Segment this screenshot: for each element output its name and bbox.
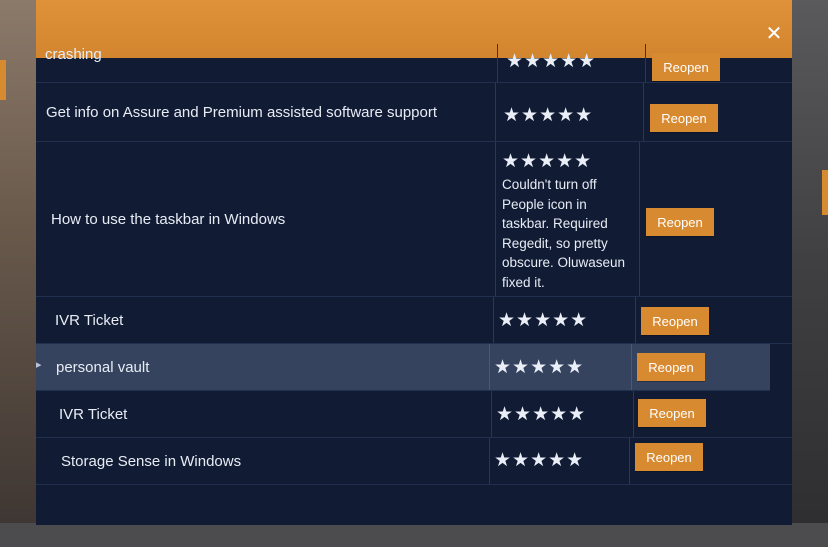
feedback-dialog: ✕ crashing ★★★★★ Reopen Get info on Assu… <box>36 0 792 525</box>
background-right <box>792 0 828 547</box>
feedback-row: IVR Ticket ★★★★★ Reopen <box>36 297 792 344</box>
feedback-row: IVR Ticket ★★★★★ Reopen <box>36 391 792 438</box>
rating-cell: ★★★★★ <box>494 297 636 343</box>
rating-cell: ★★★★★ <box>496 83 644 141</box>
feedback-row: How to use the taskbar in Windows ★★★★★ … <box>36 142 792 297</box>
feedback-title: IVR Ticket <box>36 391 492 437</box>
star-rating[interactable]: ★★★★★ <box>494 356 631 379</box>
feedback-title: IVR Ticket <box>36 297 494 343</box>
star-rating: ★★★★★ <box>503 105 594 126</box>
background-orange-strip <box>0 60 6 100</box>
star-rating: ★★★★★ <box>494 450 585 471</box>
star-rating: ★★★★★ <box>496 404 587 425</box>
feedback-comment: Couldn't turn off People icon in taskbar… <box>502 177 626 290</box>
reopen-button[interactable]: Reopen <box>638 399 706 427</box>
reopen-button[interactable]: Reopen <box>646 208 714 236</box>
background-orange-strip <box>822 170 828 215</box>
rating-cell: ★★★★★ <box>498 44 646 82</box>
feedback-title: crashing <box>36 44 498 82</box>
reopen-button[interactable]: Reopen <box>650 104 718 132</box>
star-rating: ★★★★★ <box>502 151 593 172</box>
rating-cell: ★★★★★ <box>490 438 630 484</box>
feedback-title: How to use the taskbar in Windows <box>36 142 496 296</box>
feedback-row: crashing ★★★★★ Reopen <box>36 44 792 83</box>
rating-cell: ★★★★★ Couldn't turn off People icon in t… <box>496 142 640 296</box>
feedback-title: Storage Sense in Windows <box>36 438 490 484</box>
rating-cell: ★★★★★ <box>492 391 634 437</box>
row-pointer-icon: ▸ <box>36 359 42 371</box>
feedback-row-selected[interactable]: ▸ personal vault ★★★★★ Reopen <box>36 344 770 391</box>
reopen-button[interactable]: Reopen <box>641 307 709 335</box>
reopen-button[interactable]: Reopen <box>652 53 720 81</box>
reopen-button[interactable]: Reopen <box>635 443 703 471</box>
feedback-title: personal vault <box>46 344 490 390</box>
feedback-title: Get info on Assure and Premium assisted … <box>36 83 496 141</box>
reopen-button[interactable]: Reopen <box>637 353 705 381</box>
rating-cell: ★★★★★ <box>490 344 632 390</box>
close-icon[interactable]: ✕ <box>762 22 786 46</box>
star-rating: ★★★★★ <box>498 310 589 331</box>
star-rating: ★★★★★ <box>506 51 597 72</box>
background-left <box>0 0 36 547</box>
monitor-bezel-bottom <box>0 523 828 547</box>
feedback-row: Storage Sense in Windows ★★★★★ Reopen <box>36 438 792 485</box>
feedback-row: Get info on Assure and Premium assisted … <box>36 83 792 142</box>
